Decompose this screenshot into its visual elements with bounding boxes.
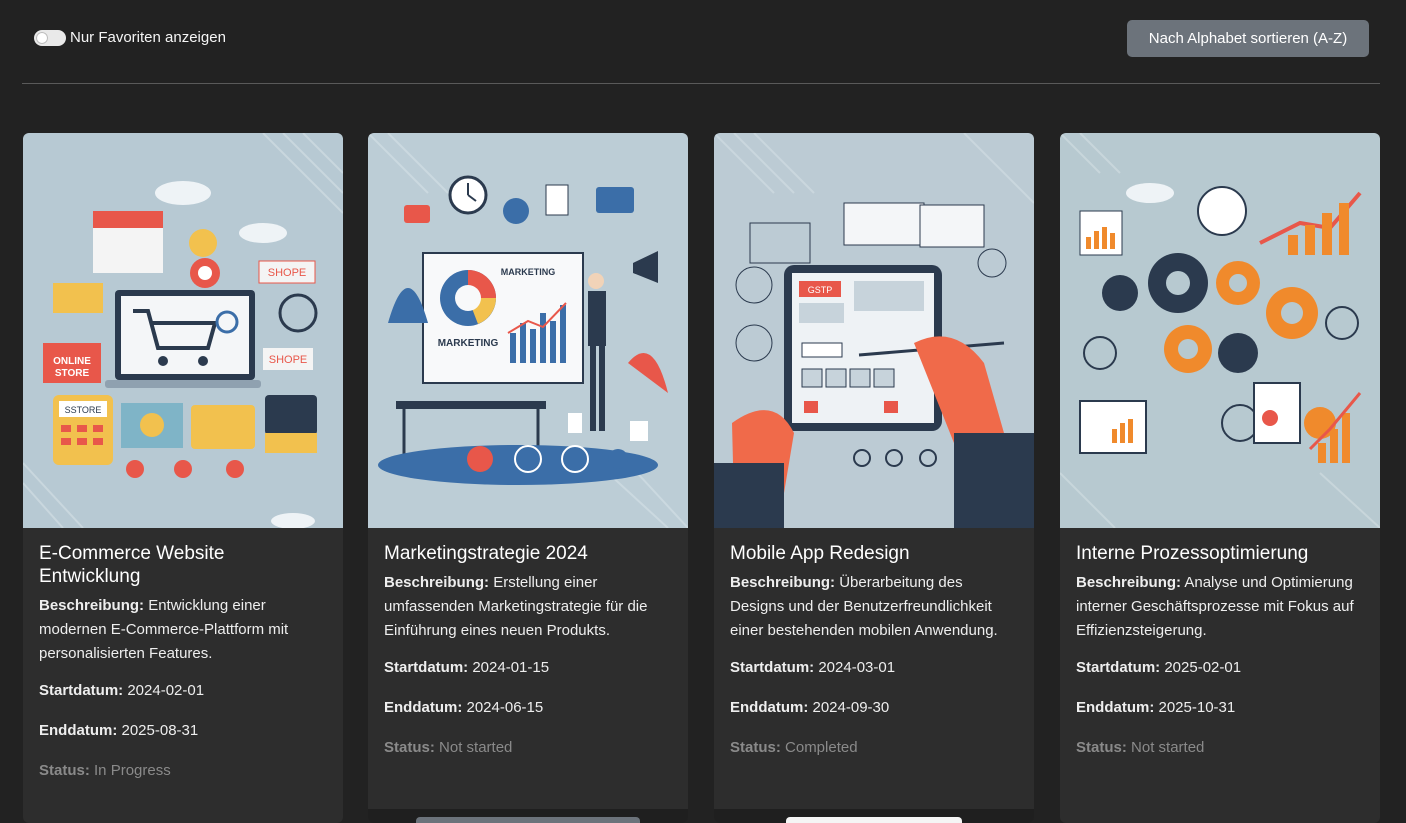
card-description: Beschreibung: Analyse und Optimierung in…	[1076, 571, 1364, 643]
start-label: Startdatum:	[39, 682, 124, 699]
card-start-date: Startdatum: 2024-01-15	[384, 656, 672, 680]
end-label: Enddatum:	[39, 722, 118, 739]
sort-alphabetical-button[interactable]: Nach Alphabet sortieren (A-Z)	[1127, 20, 1369, 57]
status-value: Not started	[1131, 739, 1205, 756]
card-end-date: Enddatum: 2025-10-31	[1076, 696, 1364, 720]
svg-text:MARKETING: MARKETING	[501, 267, 556, 277]
status-label: Status:	[384, 739, 435, 756]
svg-text:MARKETING: MARKETING	[438, 338, 499, 349]
end-value: 2025-08-31	[121, 722, 199, 739]
start-value: 2024-01-15	[472, 659, 550, 676]
status-label: Status:	[39, 762, 90, 779]
favorites-toggle-label: Nur Favoriten anzeigen	[70, 29, 226, 46]
card-status: Status: Not started	[1076, 736, 1364, 760]
end-value: 2024-06-15	[466, 699, 544, 716]
end-label: Enddatum:	[384, 699, 463, 716]
card-end-date: Enddatum: 2025-08-31	[39, 719, 327, 743]
description-label: Beschreibung:	[384, 574, 490, 591]
card-title: Mobile App Redesign	[730, 543, 910, 564]
card-description: Beschreibung: Erstellung einer umfassend…	[384, 571, 672, 643]
svg-text:SHOPE: SHOPE	[268, 267, 307, 279]
card-end-date: Enddatum: 2024-06-15	[384, 696, 672, 720]
start-value: 2024-02-01	[127, 682, 205, 699]
card-end-date: Enddatum: 2024-09-30	[730, 696, 1018, 720]
end-value: 2025-10-31	[1158, 699, 1236, 716]
card-action-button[interactable]	[416, 817, 640, 823]
card-start-date: Startdatum: 2025-02-01	[1076, 656, 1364, 680]
description-label: Beschreibung:	[730, 574, 836, 591]
card-start-date: Startdatum: 2024-02-01	[39, 679, 327, 703]
project-image-mobile-app: GSTP	[714, 133, 1034, 528]
start-value: 2025-02-01	[1164, 659, 1242, 676]
card-description: Beschreibung: Entwicklung einer modernen…	[39, 594, 327, 666]
status-label: Status:	[730, 739, 781, 756]
card-status: Status: Not started	[384, 736, 672, 760]
status-value: In Progress	[94, 762, 171, 779]
svg-text:SSTORE: SSTORE	[65, 405, 102, 415]
card-action-button[interactable]	[786, 817, 962, 823]
end-value: 2024-09-30	[812, 699, 890, 716]
status-value: Completed	[785, 739, 858, 756]
svg-text:ONLINE: ONLINE	[53, 356, 91, 367]
card-title: Interne Prozessoptimierung	[1076, 543, 1309, 564]
start-value: 2024-03-01	[818, 659, 896, 676]
start-label: Startdatum:	[1076, 659, 1161, 676]
end-label: Enddatum:	[730, 699, 809, 716]
toggle-switch[interactable]	[34, 29, 66, 46]
svg-text:GSTP: GSTP	[808, 285, 833, 295]
project-card-process[interactable]: Interne Prozessoptimierung Beschreibung:…	[1060, 133, 1380, 823]
toggle-knob	[36, 31, 48, 44]
project-card-mobile-app[interactable]: GSTP Mobile App Redesign Beschreibung: Ü…	[714, 133, 1034, 823]
card-title: Marketingstrategie 2024	[384, 543, 588, 564]
card-title: E-Commerce Website Entwicklung	[39, 543, 225, 587]
svg-text:STORE: STORE	[55, 368, 90, 379]
project-card-marketing[interactable]: MARKETING MARKETING Marketingstrategie 2…	[368, 133, 688, 823]
divider	[22, 83, 1380, 84]
project-image-ecommerce: SHOPE ONLINE STORE SHOPE SSTORE	[23, 133, 343, 528]
top-toolbar: Nur Favoriten anzeigen Nach Alphabet sor…	[0, 0, 1406, 84]
card-description: Beschreibung: Überarbeitung des Designs …	[730, 571, 1018, 643]
favorites-toggle[interactable]: Nur Favoriten anzeigen	[34, 29, 226, 46]
card-status: Status: Completed	[730, 736, 1018, 760]
end-label: Enddatum:	[1076, 699, 1155, 716]
description-label: Beschreibung:	[39, 597, 145, 614]
svg-text:SHOPE: SHOPE	[269, 354, 308, 366]
card-start-date: Startdatum: 2024-03-01	[730, 656, 1018, 680]
start-label: Startdatum:	[384, 659, 469, 676]
description-label: Beschreibung:	[1076, 574, 1182, 591]
card-status: Status: In Progress	[39, 759, 327, 783]
project-image-process	[1060, 133, 1380, 528]
start-label: Startdatum:	[730, 659, 815, 676]
status-label: Status:	[1076, 739, 1127, 756]
status-value: Not started	[439, 739, 513, 756]
project-card-ecommerce[interactable]: SHOPE ONLINE STORE SHOPE SSTORE E-Commer…	[23, 133, 343, 823]
project-image-marketing: MARKETING MARKETING	[368, 133, 688, 528]
